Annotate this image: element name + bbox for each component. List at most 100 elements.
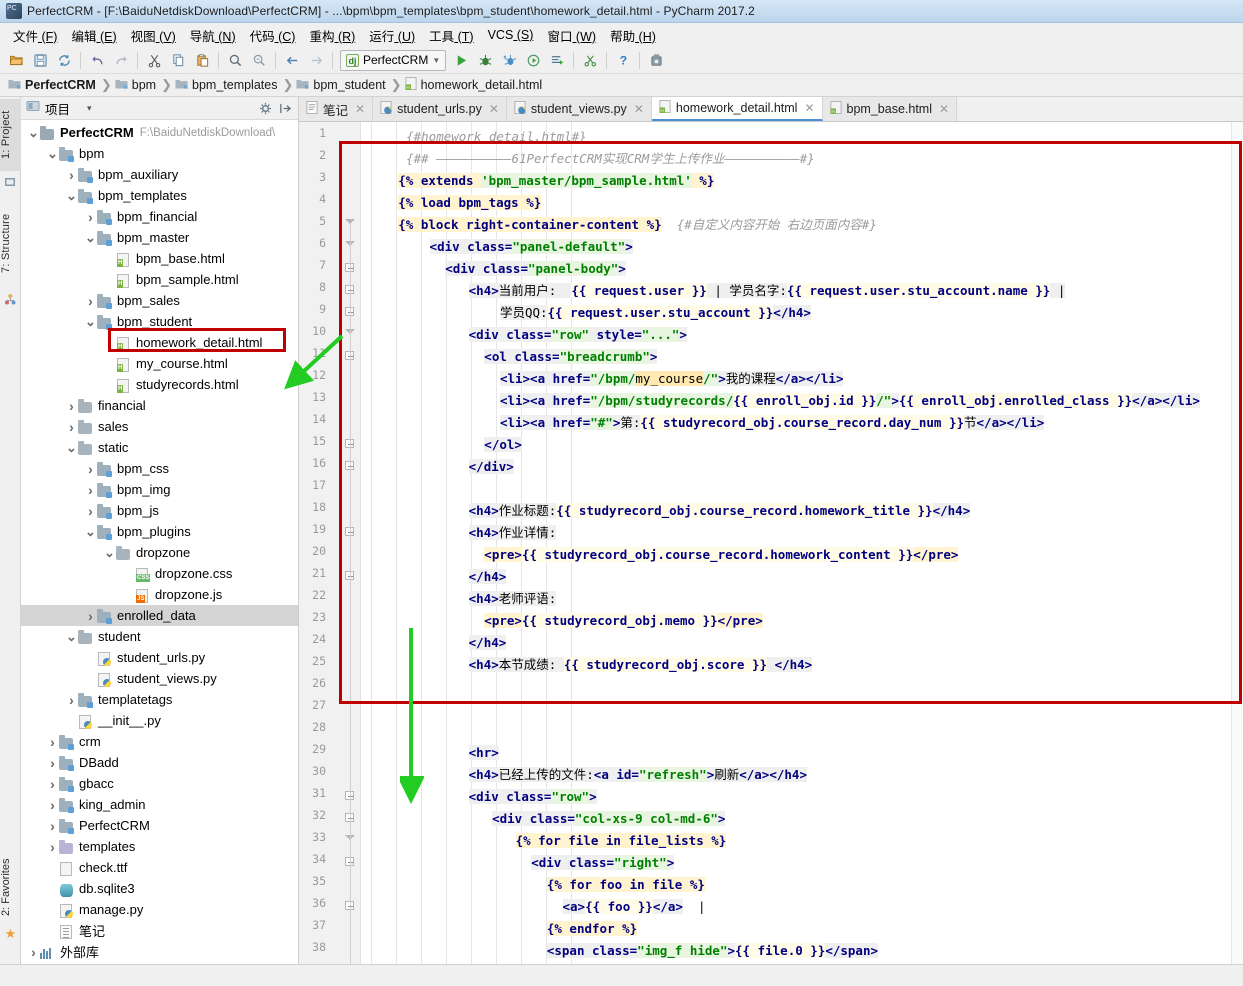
tree-node-studyrecords.html[interactable]: Hstudyrecords.html — [21, 374, 298, 395]
marker-gutter[interactable] — [1231, 122, 1243, 964]
code-line-23[interactable]: <pre>{{ studyrecord_obj.memo }}</pre> — [484, 610, 763, 632]
chevron-down-icon[interactable]: ⌄ — [65, 629, 78, 645]
tree-node----[interactable]: › 外部库 — [21, 941, 298, 962]
tree-node-bpm_templates[interactable]: ⌄ bpm_templates — [21, 185, 298, 206]
tree-node-bpm_auxiliary[interactable]: › bpm_auxiliary — [21, 164, 298, 185]
tree-node-dropzone.css[interactable]: CSS dropzone.css — [21, 563, 298, 584]
code-line-33[interactable]: {% for file in file_lists %} — [515, 830, 727, 852]
breadcrumb-item-4[interactable]: Hhomework_detail.html — [403, 76, 547, 94]
code-line-37[interactable]: {% endfor %} — [546, 918, 638, 940]
tree-node-student_urls.py[interactable]: student_urls.py — [21, 647, 298, 668]
tree-node-manage.py[interactable]: manage.py — [21, 899, 298, 920]
tree-node-bpm_plugins[interactable]: ⌄ bpm_plugins — [21, 521, 298, 542]
chevron-down-icon[interactable]: ⌄ — [84, 230, 97, 246]
redo-icon[interactable] — [110, 49, 132, 71]
menu-item-5[interactable]: 重构 (R) — [302, 24, 362, 47]
code-line-12[interactable]: <li><a href="/bpm/my_course/">我的课程</a></… — [499, 368, 844, 390]
sync-refresh-icon[interactable] — [53, 49, 75, 71]
code-line-34[interactable]: <div class="right"> — [531, 852, 675, 874]
copy-icon[interactable] — [167, 49, 189, 71]
breadcrumb-item-0[interactable]: PerfectCRM — [6, 77, 100, 94]
code-line-10[interactable]: <div class="row" style="..."> — [468, 324, 687, 346]
tree-node-perfectcrm[interactable]: ⌄ PerfectCRM F:\BaiduNetdiskDownload\ — [21, 122, 298, 143]
stop-icon[interactable] — [579, 49, 601, 71]
chevron-down-icon[interactable]: ⌄ — [103, 545, 116, 561]
tree-node-bpm_student[interactable]: ⌄ bpm_student — [21, 311, 298, 332]
tree-node-bpm_js[interactable]: › bpm_js — [21, 500, 298, 521]
menu-item-0[interactable]: 文件 (F) — [6, 24, 64, 47]
chevron-right-icon[interactable]: › — [46, 755, 59, 771]
menu-item-9[interactable]: 窗口 (W) — [540, 24, 603, 47]
navigation-breadcrumb-bar[interactable]: PerfectCRM ❯ bpm ❯ bpm_templates ❯ bpm_student… — [0, 74, 1243, 97]
tree-node-gbacc[interactable]: › gbacc — [21, 773, 298, 794]
code-line-6[interactable]: <div class="panel-default"> — [429, 236, 633, 258]
code-line-24[interactable]: </h4> — [468, 632, 507, 654]
code-line-4[interactable]: {% load bpm_tags %} — [398, 192, 542, 214]
chevron-down-icon[interactable]: ⌄ — [27, 125, 40, 141]
code-line-36[interactable]: <a>{{ foo }}</a> | — [562, 896, 706, 918]
menu-item-8[interactable]: VCS (S) — [481, 26, 541, 44]
tree-node-static[interactable]: ⌄ static — [21, 437, 298, 458]
tree-node-sales[interactable]: › sales — [21, 416, 298, 437]
editor-gutter[interactable]: 1 2 3 4 5 6 7 8 9 10 11 12 13 14 15 16 17 18 19 20 21 22 23 24 2… — [299, 122, 361, 964]
chevron-right-icon[interactable]: › — [84, 461, 97, 477]
chevron-right-icon[interactable]: › — [65, 419, 78, 435]
editor-tab-student_urls.py[interactable]: student_urls.py ✕ — [373, 97, 507, 121]
open-folder-icon[interactable] — [5, 49, 27, 71]
tree-node-bpm[interactable]: ⌄ bpm — [21, 143, 298, 164]
code-line-14[interactable]: <li><a href="#">第:{{ studyrecord_obj.cou… — [499, 412, 1045, 434]
code-line-29[interactable]: <hr> — [468, 742, 499, 764]
tree-node-financial[interactable]: › financial — [21, 395, 298, 416]
editor-tab-bar[interactable]: 笔记 ✕ student_urls.py ✕ student_views.py ✕ Hhom… — [299, 97, 1243, 122]
chevron-right-icon[interactable]: › — [46, 776, 59, 792]
menu-item-10[interactable]: 帮助 (H) — [603, 24, 663, 47]
tool-window-tab-favorites[interactable]: 2: Favorites — [0, 848, 21, 926]
code-content[interactable]: {#homework_detail.html#} {## ——————————61… — [361, 122, 1231, 964]
menu-bar[interactable]: 文件 (F) 编辑 (E) 视图 (V) 导航 (N) 代码 (C) 重构 (R) 运行 (… — [0, 23, 1243, 47]
run-icon[interactable] — [450, 49, 472, 71]
close-icon[interactable]: ✕ — [489, 102, 499, 116]
tree-node-dropzone[interactable]: ⌄ dropzone — [21, 542, 298, 563]
code-line-15[interactable]: </ol> — [484, 434, 522, 456]
breadcrumb-item-2[interactable]: bpm_templates — [173, 77, 281, 94]
code-line-11[interactable]: <ol class="breadcrumb"> — [484, 346, 658, 368]
undo-icon[interactable] — [86, 49, 108, 71]
tree-node-student_views.py[interactable]: student_views.py — [21, 668, 298, 689]
tree-node-bpm_financial[interactable]: › bpm_financial — [21, 206, 298, 227]
chevron-right-icon[interactable]: › — [46, 839, 59, 855]
menu-item-6[interactable]: 运行 (U) — [362, 24, 422, 47]
chevron-right-icon[interactable]: › — [46, 797, 59, 813]
code-line-7[interactable]: <div class="panel-body"> — [445, 258, 626, 280]
editor-tab-bpm_base.html[interactable]: Hbpm_base.html ✕ — [822, 97, 958, 121]
gear-icon[interactable] — [258, 101, 273, 116]
chevron-right-icon[interactable]: › — [65, 398, 78, 414]
tree-node-enrolled_data[interactable]: › enrolled_data — [21, 605, 298, 626]
menu-item-7[interactable]: 工具 (T) — [422, 24, 480, 47]
tree-node-templates[interactable]: › templates — [21, 836, 298, 857]
chevron-right-icon[interactable]: › — [84, 482, 97, 498]
find-icon[interactable] — [224, 49, 246, 71]
tree-node-bpm_sales[interactable]: › bpm_sales — [21, 290, 298, 311]
code-line-31[interactable]: <div class="row"> — [468, 786, 597, 808]
code-line-16[interactable]: </div> — [468, 456, 514, 478]
tree-node-templatetags[interactable]: › templatetags — [21, 689, 298, 710]
save-all-icon[interactable] — [29, 49, 51, 71]
tree-node-king_admin[interactable]: › king_admin — [21, 794, 298, 815]
chevron-down-icon[interactable]: ▾ — [87, 103, 92, 114]
back-icon[interactable] — [281, 49, 303, 71]
menu-item-1[interactable]: 编辑 (E) — [64, 24, 123, 47]
tree-node-student[interactable]: ⌄ student — [21, 626, 298, 647]
tree-node-__init__.py[interactable]: __init__.py — [21, 710, 298, 731]
editor-tab---[interactable]: 笔记 ✕ — [299, 97, 374, 121]
forward-icon[interactable] — [305, 49, 327, 71]
breadcrumb-item-3[interactable]: bpm_student — [294, 77, 389, 94]
chevron-right-icon[interactable]: › — [65, 692, 78, 708]
code-line-13[interactable]: <li><a href="/bpm/studyrecords/{{ enroll… — [499, 390, 1200, 412]
chevron-down-icon[interactable]: ⌄ — [65, 188, 78, 204]
code-line-21[interactable]: </h4> — [468, 566, 507, 588]
chevron-right-icon[interactable]: › — [84, 209, 97, 225]
code-line-38[interactable]: <span class="img_f hide">{{ file.0 }}</s… — [546, 940, 879, 962]
help-icon[interactable]: ? — [612, 49, 634, 71]
code-line-1[interactable]: {#homework_detail.html#} — [406, 126, 587, 148]
close-icon[interactable]: ✕ — [355, 102, 365, 116]
